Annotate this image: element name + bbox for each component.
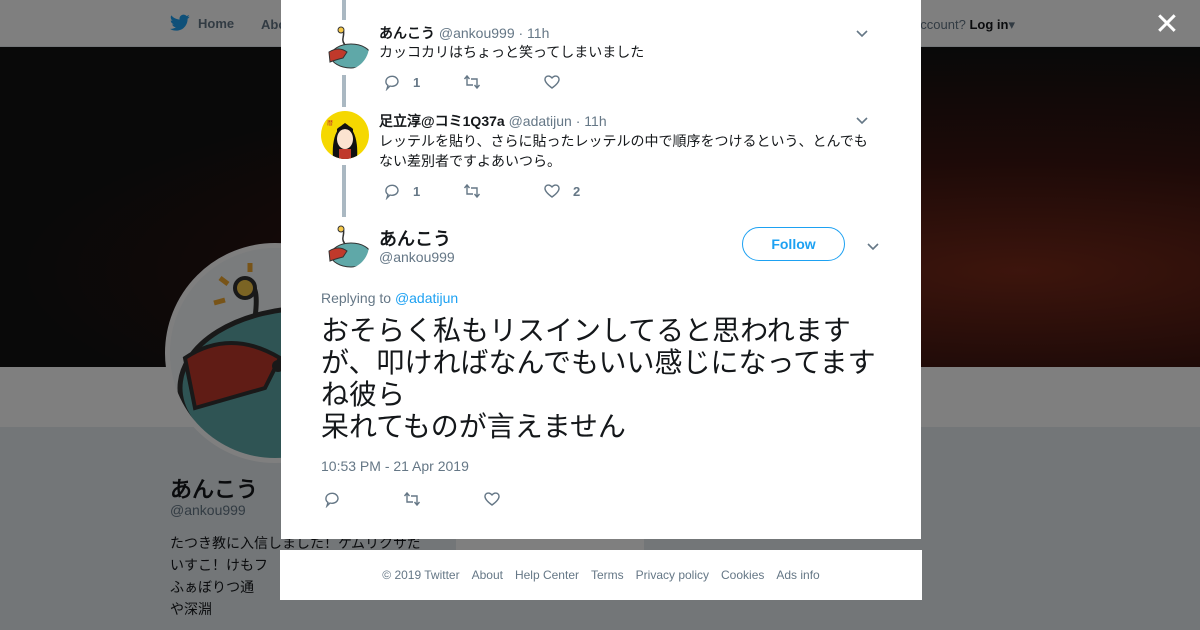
reply-icon (325, 492, 339, 508)
avatar[interactable] (321, 22, 369, 70)
modal-footer: © 2019 Twitter About Help Center Terms P… (280, 550, 922, 600)
reply-icon (385, 75, 399, 91)
tweet-time[interactable]: · 11h (576, 113, 607, 129)
tweet-text: カッコカリはちょっと笑ってしまいました (379, 44, 645, 60)
footer-link-cookies[interactable]: Cookies (721, 568, 764, 582)
chevron-down-icon[interactable] (853, 111, 871, 129)
heart-icon (544, 184, 560, 198)
tweet-modal: あんこう @ankou999 · 11h カッコカリはちょっと笑ってしまいました… (281, 0, 921, 539)
tweet-author-name[interactable]: あんこう (379, 25, 435, 41)
close-icon[interactable]: ✕ (1152, 10, 1182, 40)
chevron-down-icon[interactable] (864, 237, 882, 255)
main-tweet-actions (323, 490, 563, 508)
footer-copyright: © 2019 Twitter (382, 568, 460, 582)
footer-link-help-center[interactable]: Help Center (515, 568, 579, 582)
like-count: 2 (573, 183, 581, 199)
footer-link-terms[interactable]: Terms (591, 568, 624, 582)
footer-link-privacy[interactable]: Privacy policy (636, 568, 709, 582)
retweet-icon (403, 491, 421, 507)
heart-icon (484, 492, 500, 506)
svg-text:暦: 暦 (327, 120, 333, 127)
main-tweet-text: おそらく私もリスインしてると思われますが、叩ければなんでもいい感じになってますね… (321, 315, 876, 442)
tweet-header: あんこう @ankou999 · 11h (379, 23, 549, 43)
retweet-button[interactable] (403, 490, 483, 508)
thread-tweet[interactable]: あんこう @ankou999 · 11h カッコカリはちょっと笑ってしまいました… (321, 22, 881, 102)
replying-to: Replying to @adatijun (321, 290, 458, 306)
thread-tweet[interactable]: 暦 足立淳@コミ1Q37a @adatijun · 11h レッテルを貼り、さら… (321, 111, 881, 201)
retweet-button[interactable] (463, 73, 543, 91)
retweet-button[interactable] (463, 182, 543, 200)
chevron-down-icon[interactable] (853, 24, 871, 42)
anime-avatar-icon: 暦 (321, 111, 369, 159)
like-button[interactable]: 2 (543, 182, 623, 200)
retweet-icon (463, 183, 481, 199)
footer-link-about[interactable]: About (472, 568, 503, 582)
retweet-icon (463, 74, 481, 90)
reply-button[interactable]: 1 (383, 182, 463, 200)
main-tweet-author-handle[interactable]: @ankou999 (379, 249, 455, 265)
reply-count: 1 (413, 74, 421, 90)
heart-icon (544, 75, 560, 89)
follow-button[interactable]: Follow (742, 227, 845, 261)
reply-icon (385, 184, 399, 200)
tweet-actions: 1 (383, 73, 623, 91)
main-tweet-timestamp[interactable]: 10:53 PM - 21 Apr 2019 (321, 458, 469, 474)
anglerfish-avatar-icon (321, 22, 369, 70)
avatar[interactable] (321, 221, 369, 269)
tweet-author-handle[interactable]: @ankou999 (439, 25, 515, 41)
replying-to-link[interactable]: @adatijun (395, 290, 458, 306)
anglerfish-avatar-icon (321, 221, 369, 269)
reply-button[interactable] (323, 490, 403, 508)
tweet-author-name[interactable]: 足立淳@コミ1Q37a (379, 113, 505, 129)
like-button[interactable] (543, 73, 623, 91)
reply-button[interactable]: 1 (383, 73, 463, 91)
avatar[interactable]: 暦 (321, 111, 369, 159)
replying-prefix: Replying to (321, 290, 392, 306)
footer-link-ads-info[interactable]: Ads info (776, 568, 819, 582)
tweet-text: レッテルを貼り、さらに貼ったレッテルの中で順序をつけるという、とんでもない差別者… (379, 133, 868, 169)
tweet-time[interactable]: · 11h (519, 25, 550, 41)
tweet-header: 足立淳@コミ1Q37a @adatijun · 11h (379, 111, 607, 131)
reply-count: 1 (413, 183, 421, 199)
thread-line (342, 0, 346, 20)
tweet-actions: 1 2 (383, 182, 623, 200)
tweet-author-handle[interactable]: @adatijun (509, 113, 572, 129)
main-tweet-author-name[interactable]: あんこう (379, 225, 451, 251)
like-button[interactable] (483, 490, 563, 508)
